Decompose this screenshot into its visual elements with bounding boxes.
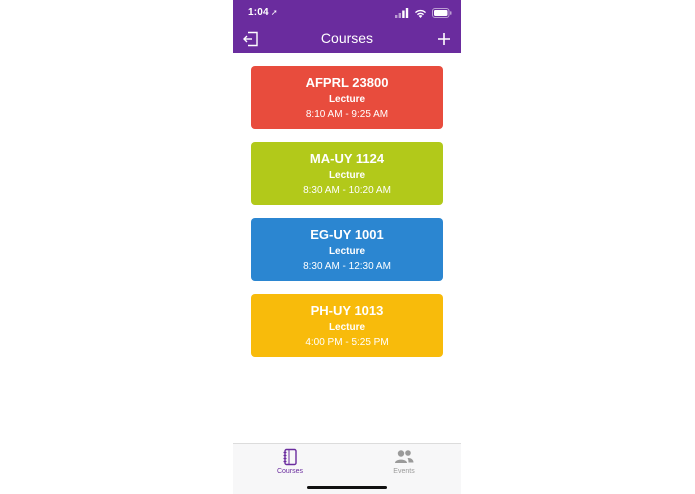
course-code: PH-UY 1013 xyxy=(310,303,384,318)
notebook-icon xyxy=(283,448,297,466)
course-type: Lecture xyxy=(328,170,366,181)
status-bar: 1:04 ➚ xyxy=(233,0,461,26)
course-code: AFPRL 23800 xyxy=(305,75,389,90)
course-list: AFPRL 23800 Lecture 8:10 AM - 9:25 AM MA… xyxy=(251,66,443,370)
course-time: 8:30 AM - 10:20 AM xyxy=(303,185,391,196)
course-type: Lecture xyxy=(328,94,366,105)
course-card-ph-uy-1013[interactable]: PH-UY 1013 Lecture 4:00 PM - 5:25 PM xyxy=(251,294,443,357)
course-code: MA-UY 1124 xyxy=(309,151,385,166)
course-card-eg-uy-1001[interactable]: EG-UY 1001 Lecture 8:30 AM - 12:30 AM xyxy=(251,218,443,281)
tab-courses[interactable]: Courses xyxy=(233,448,347,480)
course-time: 4:00 PM - 5:25 PM xyxy=(305,337,389,348)
page: 1:04 ➚ Courses AFPRL 23800 Lecture 8:10 … xyxy=(0,0,695,494)
course-type: Lecture xyxy=(328,246,366,257)
course-card-ma-uy-1124[interactable]: MA-UY 1124 Lecture 8:30 AM - 10:20 AM xyxy=(251,142,443,205)
course-type: Lecture xyxy=(328,322,366,333)
phone-screen: 1:04 ➚ Courses AFPRL 23800 Lecture 8:10 … xyxy=(233,0,461,494)
tab-label: Events xyxy=(393,468,415,475)
status-time: 1:04 ➚ xyxy=(248,7,278,18)
cellular-signal-icon xyxy=(395,8,409,18)
battery-icon xyxy=(432,8,452,18)
add-course-button[interactable] xyxy=(435,30,453,48)
course-time: 8:10 AM - 9:25 AM xyxy=(305,109,389,120)
course-code: EG-UY 1001 xyxy=(310,227,384,242)
tab-events[interactable]: Events xyxy=(347,448,461,480)
tab-label: Courses xyxy=(276,468,304,475)
course-time: 8:30 AM - 12:30 AM xyxy=(303,261,391,272)
course-card-afprl-23800[interactable]: AFPRL 23800 Lecture 8:10 AM - 9:25 AM xyxy=(251,66,443,129)
status-icons xyxy=(395,7,452,19)
status-time-text: 1:04 xyxy=(248,7,269,18)
home-indicator xyxy=(307,486,387,489)
people-icon xyxy=(395,450,414,463)
location-arrow-icon: ➚ xyxy=(270,8,278,17)
wifi-icon xyxy=(415,9,426,18)
plus-icon xyxy=(438,33,450,45)
nav-bar: Courses xyxy=(233,26,461,53)
header: 1:04 ➚ Courses xyxy=(233,0,461,53)
page-title: Courses xyxy=(320,30,374,46)
